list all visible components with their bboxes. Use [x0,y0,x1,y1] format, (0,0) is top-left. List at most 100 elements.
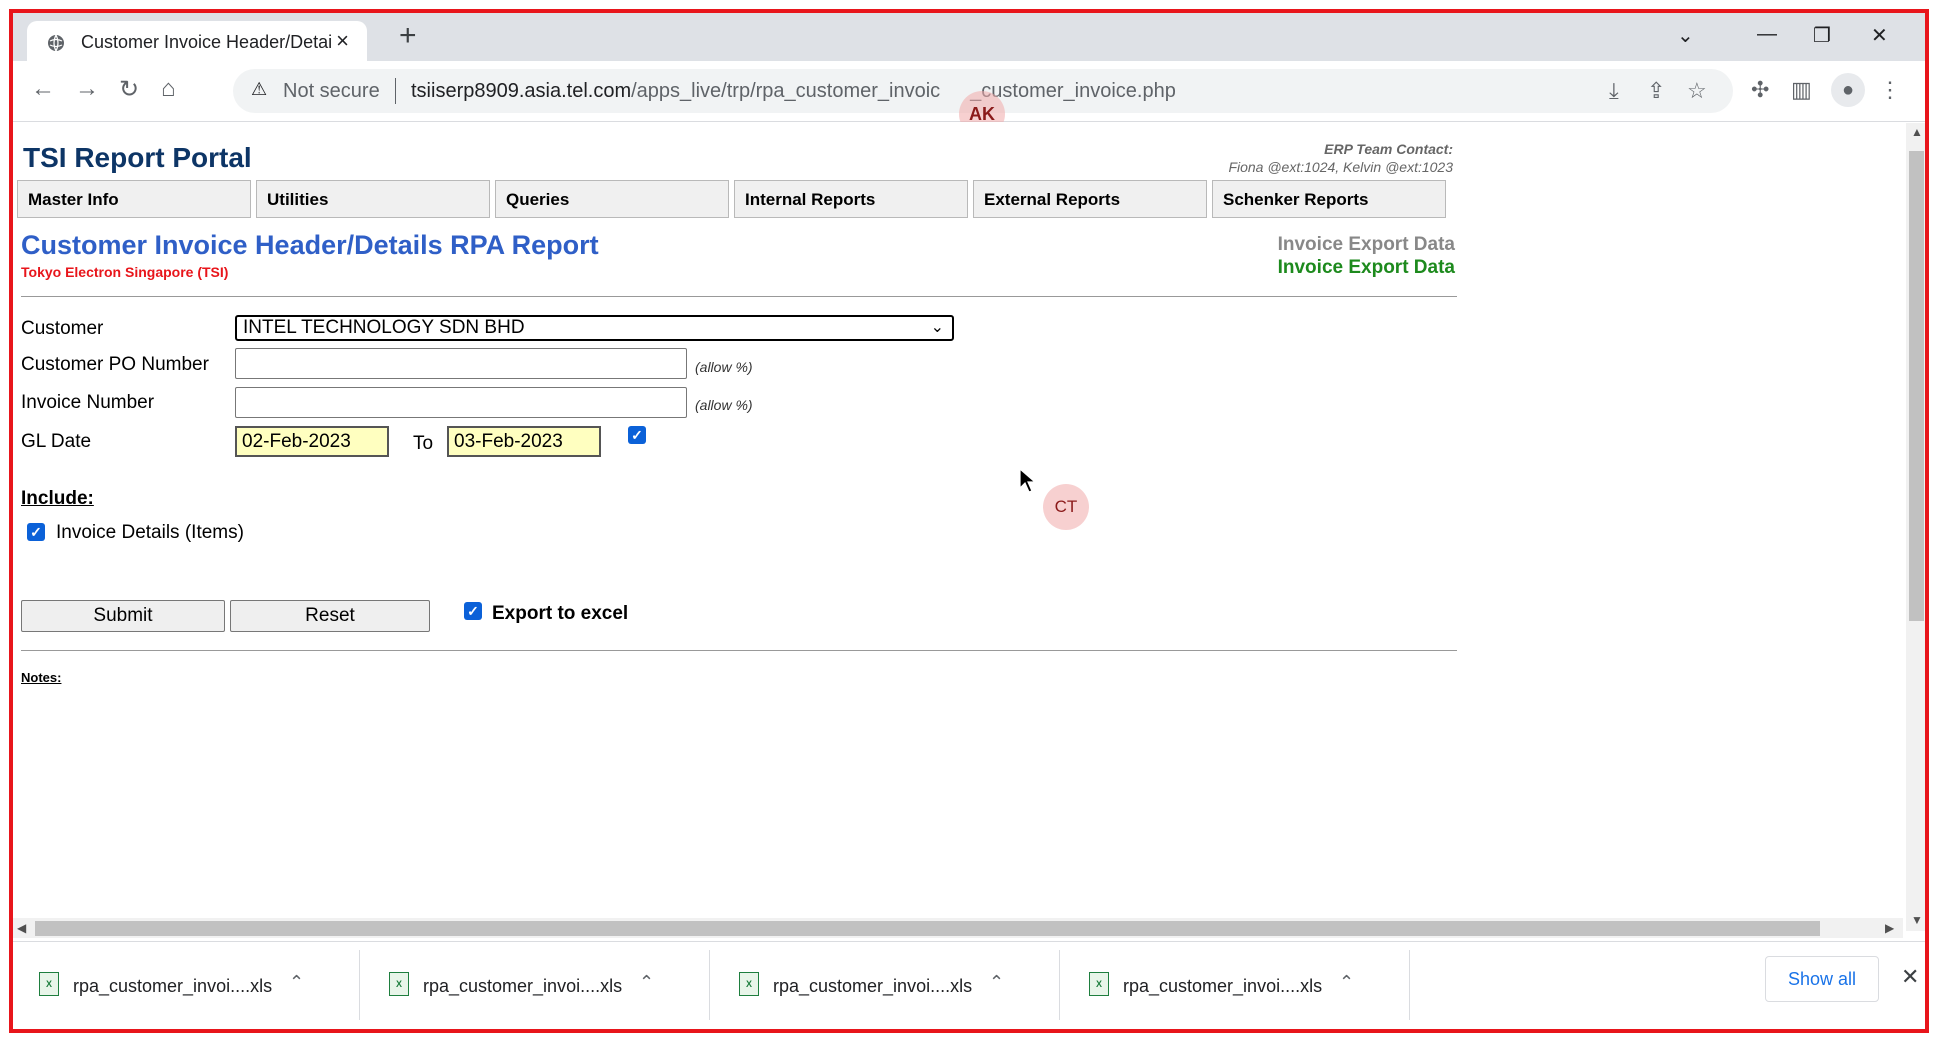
back-icon[interactable]: ← [31,75,55,103]
page-content: TSI Report Portal ERP Team Contact: Fion… [13,122,1893,935]
report-title: Customer Invoice Header/Details RPA Repo… [21,230,599,260]
reset-button[interactable]: Reset [230,600,430,632]
scroll-up-icon[interactable]: ▲ [1911,125,1923,139]
address-separator [395,78,396,104]
chevron-down-icon: ⌄ [930,319,944,336]
invoice-allow-hint: (allow %) [695,397,753,413]
chevron-up-icon[interactable]: ⌃ [989,972,1004,993]
tab-close-icon[interactable]: × [336,28,349,54]
excel-file-icon: X [389,972,409,996]
customer-select-value: INTEL TECHNOLOGY SDN BHD [243,317,525,338]
excel-file-icon: X [1089,972,1109,996]
download-filename: rpa_customer_invoi....xls [773,976,973,996]
tab-title: Customer Invoice Header/Details [81,32,331,52]
gl-date-label: GL Date [21,431,92,452]
download-icon[interactable]: ⤓ [1609,78,1619,104]
show-all-button[interactable]: Show all [1765,956,1879,1002]
browser-tab[interactable]: Customer Invoice Header/Details × [27,21,367,61]
portal-title: TSI Report Portal [23,142,252,173]
report-subtitle: Tokyo Electron Singapore (TSI) [21,264,229,280]
gl-date-checkbox[interactable]: ✓ [628,426,646,444]
gl-date-from-input[interactable]: 02-Feb-2023 [235,426,389,457]
download-item[interactable]: X rpa_customer_invoi....xls ⌃ [1063,950,1413,1020]
restore-icon[interactable]: ❐ [1813,23,1831,48]
invoice-number-label: Invoice Number [21,392,155,413]
horizontal-scrollbar[interactable]: ◀ ▶ [13,918,1903,938]
share-icon[interactable]: ⇪ [1647,78,1665,104]
bookmark-star-icon[interactable]: ☆ [1687,78,1707,104]
chevron-up-icon[interactable]: ⌃ [639,972,654,993]
url-domain: tsiiserp8909.asia.tel.com [411,80,632,102]
browser-window: Customer Invoice Header/Details × + ⌄ — … [9,9,1929,1033]
erp-contact-names: Fiona @ext:1024, Kelvin @ext:1023 [1228,159,1453,175]
url-tail: _customer_invoice.php [970,80,1176,102]
po-number-label: Customer PO Number [21,354,209,375]
warning-icon[interactable]: ⚠ [251,79,267,100]
download-filename: rpa_customer_invoi....xls [73,976,273,996]
erp-contact: ERP Team Contact: Fiona @ext:1024, Kelvi… [1183,140,1453,176]
reload-icon[interactable]: ↻ [119,75,139,104]
download-item[interactable]: X rpa_customer_invoi....xls ⌃ [363,950,713,1020]
customer-label: Customer [21,318,104,339]
chevron-up-icon[interactable]: ⌃ [289,972,304,993]
customer-select[interactable]: INTEL TECHNOLOGY SDN BHD ⌄ [235,315,954,341]
divider-bottom [21,650,1457,651]
menu-internal-reports[interactable]: Internal Reports [734,180,968,218]
forward-icon[interactable]: → [75,75,99,103]
download-divider [1409,950,1410,1020]
home-icon[interactable]: ⌂ [161,75,176,103]
download-filename: rpa_customer_invoi....xls [1123,976,1323,996]
invoice-export-link-green[interactable]: Invoice Export Data [1193,257,1455,279]
invoice-export-link-grey[interactable]: Invoice Export Data [1193,234,1455,256]
po-number-input[interactable] [235,348,687,379]
scroll-down-icon[interactable]: ▼ [1911,913,1923,927]
menu-schenker-reports[interactable]: Schenker Reports [1212,180,1446,218]
export-excel-checkbox[interactable]: ✓ [464,602,482,620]
tab-strip: Customer Invoice Header/Details × + ⌄ — … [13,13,1925,61]
download-item[interactable]: X rpa_customer_invoi....xls ⌃ [713,950,1063,1020]
download-filename: rpa_customer_invoi....xls [423,976,623,996]
download-item[interactable]: X rpa_customer_invoi....xls ⌃ [13,950,363,1020]
vertical-scroll-thumb[interactable] [1909,151,1924,621]
side-panel-icon[interactable]: ▥ [1791,77,1812,103]
mouse-cursor-icon [1019,467,1037,499]
invoice-details-checkbox[interactable]: ✓ [27,523,45,541]
menu-master-info[interactable]: Master Info [17,180,251,218]
download-divider [709,950,710,1020]
invoice-details-label: Invoice Details (Items) [56,522,244,543]
export-excel-label: Export to excel [492,603,629,624]
divider-top [21,296,1457,297]
new-tab-icon[interactable]: + [399,21,417,51]
excel-file-icon: X [739,972,759,996]
chevron-up-icon[interactable]: ⌃ [1339,972,1354,993]
scroll-left-icon[interactable]: ◀ [17,921,26,935]
url-path: /apps_live/trp/rpa_customer_invoic [631,80,941,102]
tab-search-chevron-icon[interactable]: ⌄ [1677,23,1694,48]
gl-date-to-input[interactable]: 03-Feb-2023 [447,426,601,457]
close-download-bar-icon[interactable]: ✕ [1901,964,1919,990]
submit-button[interactable]: Submit [21,600,225,632]
gl-date-to-label: To [413,433,434,454]
menu-external-reports[interactable]: External Reports [973,180,1207,218]
horizontal-scroll-thumb[interactable] [35,921,1820,936]
minimize-icon[interactable]: — [1757,23,1777,46]
download-bar: X rpa_customer_invoi....xls ⌃ X rpa_cust… [13,941,1925,1028]
po-allow-hint: (allow %) [695,359,753,375]
notes-heading: Notes: [21,670,62,685]
close-window-icon[interactable]: ✕ [1871,23,1888,48]
security-label[interactable]: Not secure [283,80,380,103]
invoice-number-input[interactable] [235,387,687,418]
menu-utilities[interactable]: Utilities [256,180,490,218]
ct-overlay-badge: CT [1043,484,1089,530]
erp-contact-heading: ERP Team Contact: [1324,141,1453,157]
excel-file-icon: X [39,972,59,996]
vertical-scrollbar[interactable]: ▲ ▼ [1906,123,1925,931]
menu-kebab-icon[interactable]: ⋮ [1879,77,1901,103]
url-text[interactable]: tsiiserp8909.asia.tel.com/apps_live/trp/… [411,80,1176,103]
scroll-right-icon[interactable]: ▶ [1885,921,1894,935]
globe-icon [47,34,65,57]
menu-queries[interactable]: Queries [495,180,729,218]
profile-icon[interactable]: ● [1831,73,1865,107]
download-divider [359,950,360,1020]
extensions-icon[interactable]: ✣ [1751,77,1769,103]
